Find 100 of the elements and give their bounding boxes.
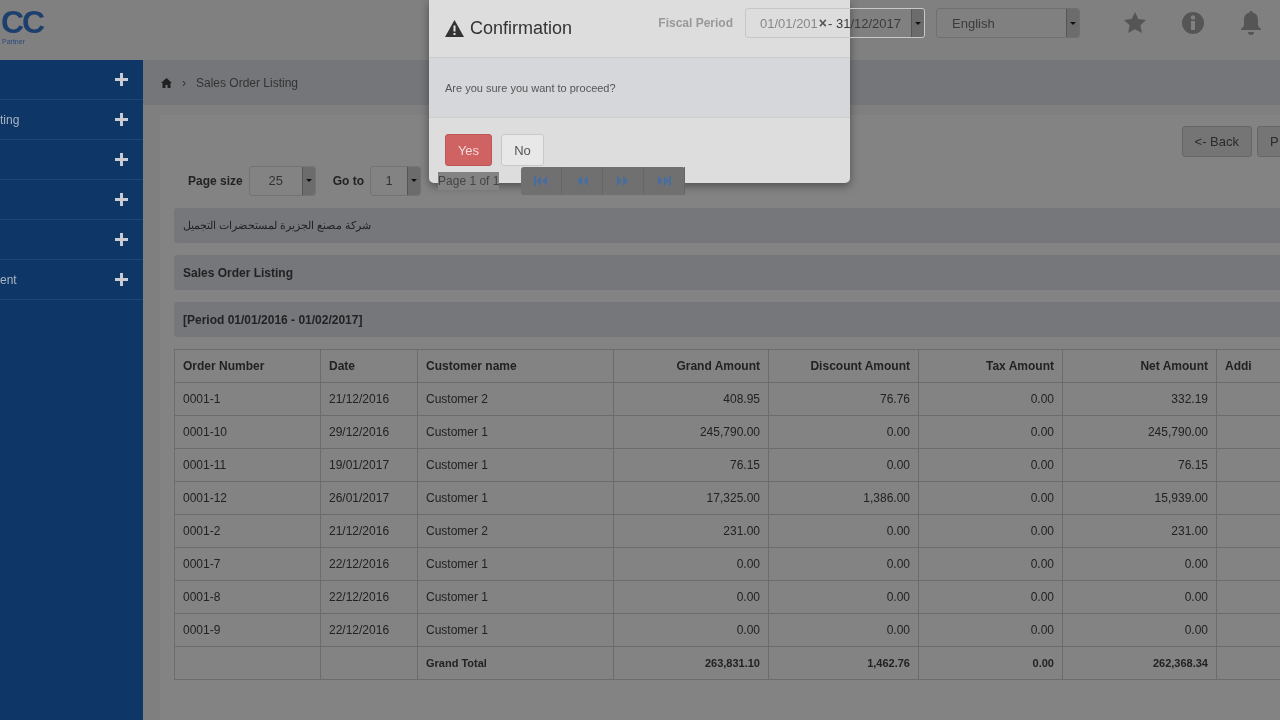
table-cell: 0.00 [768,448,919,482]
column-header: Discount Amount [768,349,919,383]
table-cell: 0.00 [918,415,1063,449]
table-cell: Customer 1 [417,481,614,515]
toolbar-button[interactable]: P [1257,126,1280,157]
table-cell: 0001-8 [174,580,321,614]
table-cell: 0.00 [768,514,919,548]
table-cell: 0001-11 [174,448,321,482]
caret-icon[interactable] [301,166,315,195]
table-cell: 231.00 [1062,514,1217,548]
clear-icon[interactable]: × [818,15,828,31]
table-cell: 0.00 [918,448,1063,482]
home-icon[interactable] [161,77,172,88]
total-label: Grand Total [417,646,614,680]
column-header: Addi [1216,349,1280,383]
language-select[interactable]: English [936,8,1080,38]
table-cell: 0.00 [613,547,769,581]
table-cell: 26/01/2017 [320,481,418,515]
report-period: [Period 01/01/2016 - 01/02/2017] [183,312,363,327]
table-cell: 0.00 [768,613,919,647]
table-cell: 0.00 [918,514,1063,548]
total-cell: 262,368.34 [1062,646,1217,680]
report-title: Sales Order Listing [183,265,294,280]
table-cell: 0.00 [768,547,919,581]
plus-icon[interactable] [115,73,128,86]
breadcrumb-separator: › [182,75,186,90]
plus-icon[interactable] [115,233,128,246]
table-cell: Customer 1 [417,448,614,482]
total-cell: 1,462.76 [768,646,919,680]
page-size-label: Page size [188,173,243,188]
table-cell: 0001-1 [174,382,321,416]
fiscal-period-label: Fiscal Period [658,16,733,30]
company-name: شركة مصنع الجزيرة لمستحضرات التجميل [183,219,372,232]
table-cell: 0.00 [768,415,919,449]
table-cell: Customer 1 [417,415,614,449]
table-cell: 0.00 [613,580,769,614]
table-cell: 17,325.00 [613,481,769,515]
table-cell: 22/12/2016 [320,613,418,647]
column-header: Grand Amount [613,349,769,383]
total-cell: 263,831.10 [613,646,769,680]
plus-icon[interactable] [115,153,128,166]
breadcrumb-current: Sales Order Listing [196,75,299,90]
first-page-icon [533,175,550,186]
table-cell: 0.00 [768,580,919,614]
column-header: Date [320,349,418,383]
table-cell: 0.00 [613,613,769,647]
table-cell: 0001-10 [174,415,321,449]
plus-icon[interactable] [115,193,128,206]
table-cell: 332.19 [1062,382,1217,416]
table-cell: 19/01/2017 [320,448,418,482]
column-header: Customer name [417,349,614,383]
table-cell: 0001-2 [174,514,321,548]
table-cell: Customer 2 [417,514,614,548]
table-cell: 231.00 [613,514,769,548]
column-header: Tax Amount [918,349,1063,383]
table-cell: 15,939.00 [1062,481,1217,515]
table-cell: 29/12/2016 [320,415,418,449]
plus-icon[interactable] [115,113,128,126]
table-cell: 76.15 [1062,448,1217,482]
star-icon[interactable] [1123,11,1147,35]
table-cell: 245,790.00 [1062,415,1217,449]
caret-icon[interactable] [1066,9,1079,37]
table-cell: 0001-9 [174,613,321,647]
table-cell: 22/12/2016 [320,580,418,614]
table-cell: 0001-7 [174,547,321,581]
table-cell: 0.00 [1062,547,1217,581]
sidebar-item[interactable]: ent [0,272,17,287]
total-cell: 0.00 [918,646,1063,680]
caret-icon[interactable] [911,9,924,37]
warning-icon [445,20,464,37]
go-to-label: Go to [332,173,365,188]
cancel-button[interactable]: No [501,134,544,166]
table-cell: 0.00 [918,613,1063,647]
table-cell: 0.00 [918,382,1063,416]
table-cell: 76.15 [613,448,769,482]
column-header: Net Amount [1062,349,1217,383]
table-cell: 0001-12 [174,481,321,515]
table-cell: Customer 1 [417,580,614,614]
go-to-select[interactable]: 1 [370,165,422,196]
table-cell: 1,386.00 [768,481,919,515]
logo-mark: CC [1,6,44,38]
table-cell: 0.00 [1062,613,1217,647]
dialog-title: Confirmation [470,18,573,39]
table-cell: 0.00 [918,481,1063,515]
column-header: Order Number [174,349,321,383]
table-cell: 0.00 [918,547,1063,581]
table-cell: 0.00 [1062,580,1217,614]
dialog-message: Are you sure you want to proceed? [445,81,616,94]
table-cell: 76.76 [768,382,919,416]
table-cell: 22/12/2016 [320,547,418,581]
plus-icon[interactable] [115,273,128,286]
last-page-icon [656,175,673,186]
confirm-button[interactable]: Yes [445,134,492,166]
caret-icon[interactable] [407,166,421,195]
sidebar-item[interactable]: ting [0,112,20,127]
table-cell: Customer 1 [417,547,614,581]
table-cell: Customer 2 [417,382,614,416]
page-size-select[interactable]: 25 [248,165,316,196]
toolbar-button[interactable]: <- Back [1181,126,1252,157]
table-cell: Customer 1 [417,613,614,647]
